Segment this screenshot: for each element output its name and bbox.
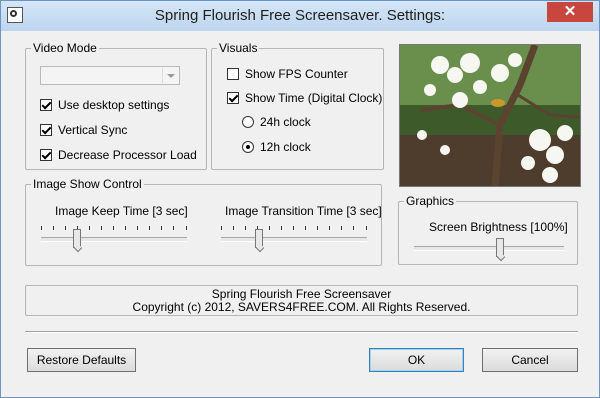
screen-brightness-label: Screen Brightness [100%] [429,220,568,234]
checkbox-checked-icon[interactable] [40,124,52,136]
blossom-photo-icon [400,45,580,186]
use-desktop-settings-label: Use desktop settings [58,98,170,112]
slider-thumb[interactable] [73,229,81,248]
slider-ticks [41,226,187,231]
image-show-control-group: Image Show Control Image Keep Time [3 se… [25,177,382,266]
slider-tick [149,226,150,230]
slider-tick [269,226,270,230]
slider-tick [305,226,306,230]
video-mode-group: Video Mode Use desktop settings Vertical… [25,41,207,170]
graphics-group: Graphics Screen Brightness [100%] [398,194,578,265]
decrease-processor-load-label: Decrease Processor Load [58,148,197,162]
slider-tick [53,226,54,230]
slider-thumb[interactable] [255,229,263,248]
show-time-label: Show Time (Digital Clock) [245,91,383,105]
slider-track [41,237,187,242]
slider-tick [161,226,162,230]
video-mode-legend: Video Mode [31,41,99,55]
blossom-preview-image [399,44,581,187]
radio-selected-icon[interactable] [242,141,254,153]
visuals-legend: Visuals [217,41,260,55]
image-show-control-legend: Image Show Control [31,177,144,191]
slider-tick [233,226,234,230]
slider-tick [281,226,282,230]
restore-defaults-button[interactable]: Restore Defaults [27,348,136,372]
clock-24h-label: 24h clock [260,115,311,129]
close-icon: ✕ [563,3,577,20]
clock-24h-radio[interactable]: 24h clock [242,115,311,129]
slider-tick [221,226,222,230]
show-fps-counter-checkbox[interactable]: Show FPS Counter [227,67,348,81]
screen-brightness-slider[interactable] [414,235,564,261]
checkbox-checked-icon[interactable] [40,99,52,111]
checkbox-unchecked-icon[interactable] [227,68,239,80]
slider-tick [353,226,354,230]
clock-12h-label: 12h clock [260,140,311,154]
slider-tick [329,226,330,230]
info-box: Spring Flourish Free Screensaver Copyrig… [25,285,578,316]
vertical-sync-label: Vertical Sync [58,123,128,137]
slider-track [221,237,367,242]
copyright-text: Copyright (c) 2012, SAVERS4FREE.COM. All… [132,300,471,314]
decrease-processor-load-checkbox[interactable]: Decrease Processor Load [40,148,197,162]
chevron-down-icon[interactable] [162,68,178,83]
use-desktop-settings-checkbox[interactable]: Use desktop settings [40,98,169,112]
image-transition-time-label: Image Transition Time [3 sec] [225,204,382,218]
slider-tick [137,226,138,230]
slider-tick [125,226,126,230]
window-title: Spring Flourish Free Screensaver. Settin… [154,7,446,24]
slider-tick [113,226,114,230]
slider-tick [245,226,246,230]
slider-tick [41,226,42,230]
ok-button[interactable]: OK [369,348,464,372]
show-fps-counter-label: Show FPS Counter [245,67,348,81]
graphics-legend: Graphics [404,194,457,208]
slider-tick [89,226,90,230]
slider-tick [173,226,174,230]
clock-12h-radio[interactable]: 12h clock [242,140,311,154]
slider-tick [293,226,294,230]
settings-window: Spring Flourish Free Screensaver. Settin… [0,0,600,398]
slider-tick [186,226,187,230]
slider-tick [101,226,102,230]
dialog-client-area: Video Mode Use desktop settings Vertical… [9,31,591,389]
checkbox-checked-icon[interactable] [40,149,52,161]
video-mode-combobox[interactable] [40,66,180,85]
separator [25,331,578,333]
slider-tick [341,226,342,230]
slider-ticks [221,226,367,231]
title-bar[interactable]: Spring Flourish Free Screensaver. Settin… [1,1,599,31]
image-keep-time-label: Image Keep Time [3 sec] [55,204,188,218]
image-keep-time-slider[interactable] [41,226,187,252]
slider-tick [317,226,318,230]
slider-track [414,246,564,251]
checkbox-checked-icon[interactable] [227,92,239,104]
show-time-checkbox[interactable]: Show Time (Digital Clock) [227,91,382,105]
vertical-sync-checkbox[interactable]: Vertical Sync [40,123,127,137]
cancel-button[interactable]: Cancel [482,348,578,372]
slider-tick [366,226,367,230]
slider-tick [65,226,66,230]
visuals-group: Visuals Show FPS Counter Show Time (Digi… [211,41,384,170]
image-transition-time-slider[interactable] [221,226,367,252]
slider-thumb[interactable] [496,238,504,257]
close-button[interactable]: ✕ [547,2,593,22]
radio-unselected-icon[interactable] [242,116,254,128]
